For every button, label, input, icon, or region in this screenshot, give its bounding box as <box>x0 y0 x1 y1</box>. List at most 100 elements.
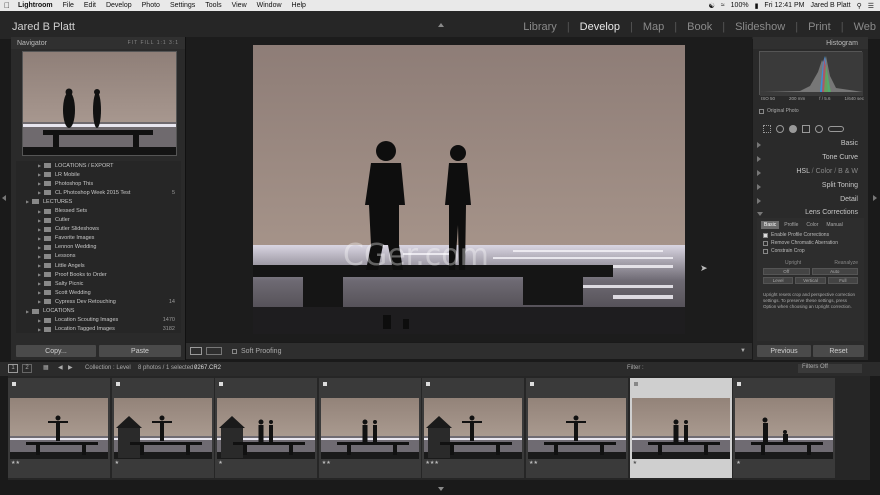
star-rating[interactable]: ★ <box>633 460 637 466</box>
section-split-toning[interactable]: Split Toning <box>753 180 868 192</box>
filmstrip-frame[interactable]: ★ <box>629 378 732 478</box>
filmstrip-thumbnail[interactable] <box>528 398 626 459</box>
notification-icon[interactable]: ☰ <box>868 2 874 10</box>
wifi-icon[interactable]: ≈ <box>721 2 725 9</box>
menu-help[interactable]: Help <box>288 2 312 9</box>
lens-tab-manual[interactable]: Manual <box>823 221 845 229</box>
upright-vertical-button[interactable]: Vertical <box>795 277 826 284</box>
soft-proofing-checkbox[interactable] <box>232 348 237 354</box>
copy-button[interactable]: Copy... <box>16 345 96 357</box>
filmstrip-thumbnail[interactable] <box>10 398 108 459</box>
red-eye-icon[interactable] <box>789 124 797 133</box>
menu-file[interactable]: File <box>59 2 80 9</box>
collapse-top-icon[interactable] <box>438 23 444 27</box>
remove-ca-checkbox[interactable] <box>763 240 768 246</box>
back-arrow-icon[interactable]: ◀ <box>58 364 63 371</box>
lens-tab-profile[interactable]: Profile <box>781 221 801 229</box>
module-develop[interactable]: Develop <box>580 21 620 33</box>
zoom-fit[interactable]: FIT <box>128 40 138 46</box>
collection-item[interactable]: ▶ CL Photoshop Week 2015 Test 5 <box>16 188 181 197</box>
zoom-3-1[interactable]: 3:1 <box>169 40 179 46</box>
adjustment-brush-icon[interactable] <box>828 125 844 132</box>
histogram-header[interactable]: Histogram <box>753 37 868 49</box>
previous-button[interactable]: Previous <box>757 345 811 357</box>
histogram[interactable] <box>759 51 863 96</box>
before-after-icon[interactable] <box>206 347 222 355</box>
toolbar-menu-icon[interactable]: ▼ <box>740 348 746 354</box>
module-print[interactable]: Print <box>808 21 831 33</box>
menu-settings[interactable]: Settings <box>166 2 201 9</box>
filmstrip-thumbnail[interactable] <box>217 398 316 459</box>
clock[interactable]: Fri 12:41 PM <box>764 2 804 9</box>
forward-arrow-icon[interactable]: ▶ <box>68 364 73 371</box>
star-rating[interactable]: ★★★ <box>425 460 438 466</box>
filmstrip-frame[interactable]: ★ <box>733 378 836 478</box>
menu-develop[interactable]: Develop <box>102 2 138 9</box>
star-rating[interactable]: ★ <box>736 460 740 466</box>
filmstrip-thumbnail[interactable] <box>320 398 419 459</box>
collection-item[interactable]: ▶ Cutler <box>16 216 181 225</box>
collection-item[interactable]: ▶ Favorite Images <box>16 234 181 243</box>
star-rating[interactable]: ★★ <box>322 460 331 466</box>
navigator-preview[interactable] <box>22 51 177 156</box>
collection-item[interactable]: ▶ Lennon Wedding <box>16 243 181 252</box>
lens-tab-color[interactable]: Color <box>803 221 821 229</box>
window-1-button[interactable]: 1 <box>8 364 18 373</box>
loupe-view-icon[interactable] <box>190 347 202 355</box>
upright-full-button[interactable]: Full <box>827 277 858 284</box>
module-map[interactable]: Map <box>643 21 664 33</box>
module-library[interactable]: Library <box>523 21 557 33</box>
collection-item[interactable]: ▶ Location Tagged Images 3182 <box>16 325 181 333</box>
star-rating[interactable]: ★★ <box>529 460 538 466</box>
reset-button[interactable]: Reset <box>813 345 864 357</box>
reanalyze-button[interactable]: Reanalyze <box>834 260 858 266</box>
enable-profile-checkbox[interactable] <box>763 232 768 238</box>
collection-item[interactable]: ▶ Photoshop This <box>16 179 181 188</box>
section-hsl[interactable]: HSL / Color / B & W <box>753 166 868 178</box>
menubar-user[interactable]: Jared B Platt <box>811 2 851 9</box>
module-web[interactable]: Web <box>854 21 876 33</box>
section-tone-curve[interactable]: Tone Curve <box>753 152 868 164</box>
original-photo-checkbox[interactable] <box>759 108 764 114</box>
collection-item[interactable]: ▶ Lessons <box>16 252 181 261</box>
collection-item[interactable]: ▶ Location Scouting Images 1470 <box>16 316 181 325</box>
collection-item[interactable]: ▶ LOCATIONS / EXPORT <box>16 161 181 170</box>
image-display-area[interactable]: CGer.com ➤ <box>186 37 752 342</box>
section-hsl-label[interactable]: HSL <box>796 168 809 175</box>
module-book[interactable]: Book <box>687 21 712 33</box>
collection-item[interactable]: ▶ Blessed Sets <box>16 206 181 215</box>
crop-tool-icon[interactable] <box>763 124 771 133</box>
filters-off-dropdown[interactable]: Filters Off <box>798 364 862 373</box>
menu-window[interactable]: Window <box>253 2 288 9</box>
main-photo[interactable]: CGer.com <box>253 45 685 334</box>
upright-off-button[interactable]: Off <box>763 268 810 275</box>
upright-auto-button[interactable]: Auto <box>811 268 858 275</box>
zoom-fill[interactable]: FILL <box>140 40 154 46</box>
selected-filename[interactable]: 0267.CR2 <box>194 365 221 371</box>
collection-item[interactable]: ▶ LOCATIONS <box>16 307 181 316</box>
filmstrip-frame[interactable]: ★ <box>215 378 318 478</box>
upright-level-button[interactable]: Level <box>763 277 794 284</box>
collection-item[interactable]: ▶ Proof Books to Order <box>16 270 181 279</box>
section-bw-label[interactable]: B & W <box>838 168 858 175</box>
menu-view[interactable]: View <box>228 2 253 9</box>
sync-icon[interactable]: ☯ <box>709 2 715 10</box>
filmstrip-frame[interactable]: ★★ <box>318 378 421 478</box>
star-rating[interactable]: ★ <box>115 460 119 466</box>
source-label[interactable]: Collection : Level <box>85 365 131 371</box>
navigator-header[interactable]: Navigator FIT FILL 1:1 3:1 <box>11 37 185 49</box>
star-rating[interactable]: ★★ <box>11 460 20 466</box>
filmstrip-frame[interactable]: ★ <box>111 378 214 478</box>
zoom-1-1[interactable]: 1:1 <box>157 40 167 46</box>
filmstrip-thumbnail[interactable] <box>424 398 523 459</box>
filmstrip-thumbnail[interactable] <box>735 398 834 459</box>
collection-item[interactable]: ▶ LECTURES <box>16 197 181 206</box>
star-rating[interactable]: ★ <box>218 460 222 466</box>
constrain-crop-checkbox[interactable] <box>763 248 768 254</box>
section-basic[interactable]: Basic <box>753 138 868 150</box>
grid-view-icon[interactable]: ▦ <box>43 364 49 371</box>
battery-icon[interactable]: ▮ <box>755 2 759 10</box>
collection-item[interactable]: ▶ LR Mobile <box>16 170 181 179</box>
section-color-label[interactable]: Color <box>816 168 833 175</box>
collapse-left-icon[interactable] <box>2 195 6 201</box>
